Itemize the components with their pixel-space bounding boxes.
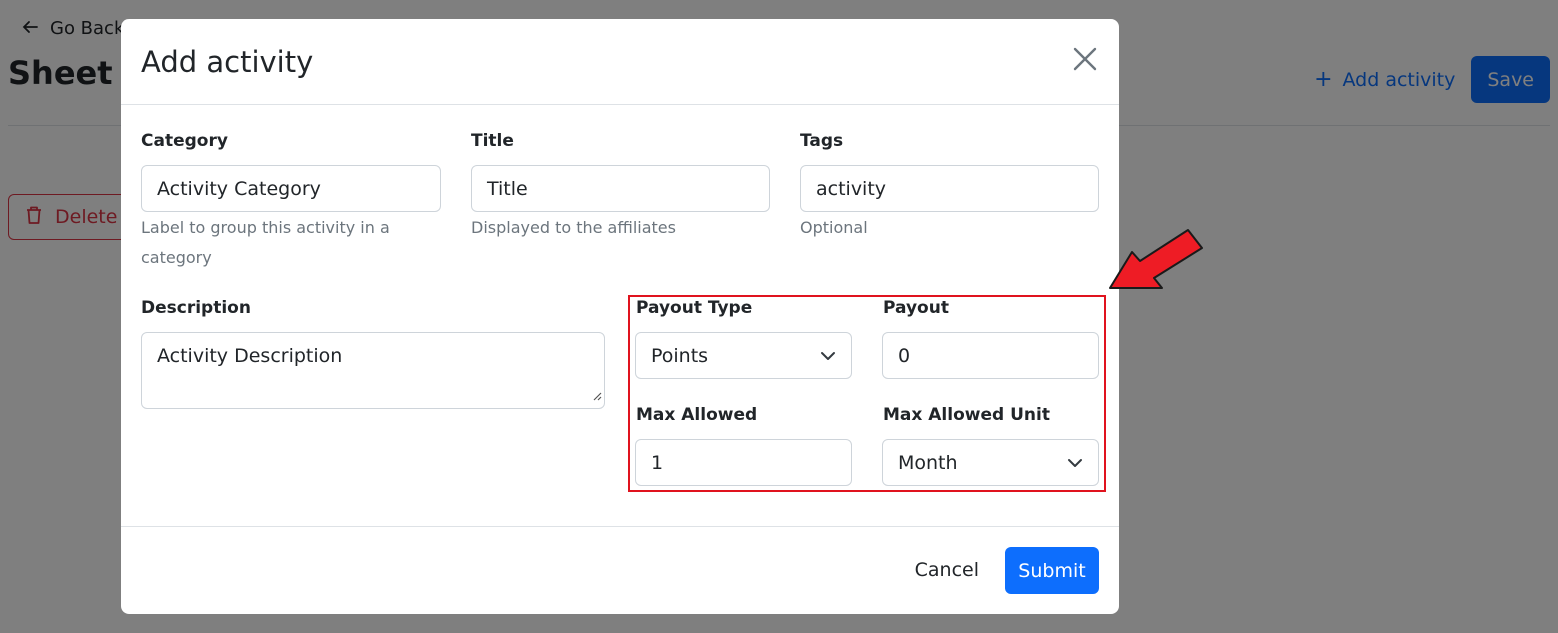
modal-header: Add activity [121,19,1119,105]
red-annotation-arrow [1109,229,1203,289]
chevron-down-icon [821,351,835,360]
tags-label: Tags [800,131,844,151]
category-label: Category [141,131,228,151]
title-help: Displayed to the affiliates [471,218,676,237]
modal-title: Add activity [141,44,314,79]
modal-body: Category Activity Category Label to grou… [121,105,1119,526]
max-allowed-label: Max Allowed [636,405,758,425]
tags-input[interactable]: activity [800,165,1099,212]
resize-grip-icon[interactable] [592,384,602,406]
payout-type-value: Points [651,344,709,367]
cancel-button[interactable]: Cancel [915,559,979,581]
description-textarea[interactable]: Activity Description [141,332,605,409]
submit-button[interactable]: Submit [1005,547,1099,594]
max-allowed-unit-value: Month [898,451,958,474]
payout-input[interactable]: 0 [882,332,1099,379]
payout-type-label: Payout Type [636,298,753,318]
chevron-down-icon [1068,458,1082,467]
category-input[interactable]: Activity Category [141,165,441,212]
payout-label: Payout [883,298,949,318]
category-help: Label to group this activity in a catego… [141,218,390,267]
max-allowed-unit-label: Max Allowed Unit [883,405,1050,425]
max-allowed-unit-select[interactable]: Month [882,439,1099,486]
modal-footer: Cancel Submit [121,526,1119,614]
title-label: Title [471,131,514,151]
max-allowed-input[interactable]: 1 [635,439,852,486]
description-label: Description [141,298,251,318]
payout-type-select[interactable]: Points [635,332,852,379]
close-icon[interactable] [1073,47,1101,75]
description-value: Activity Description [157,345,343,367]
title-input[interactable]: Title [471,165,770,212]
add-activity-modal: Add activity Category Activity Category … [121,19,1119,614]
tags-help: Optional [800,218,868,237]
